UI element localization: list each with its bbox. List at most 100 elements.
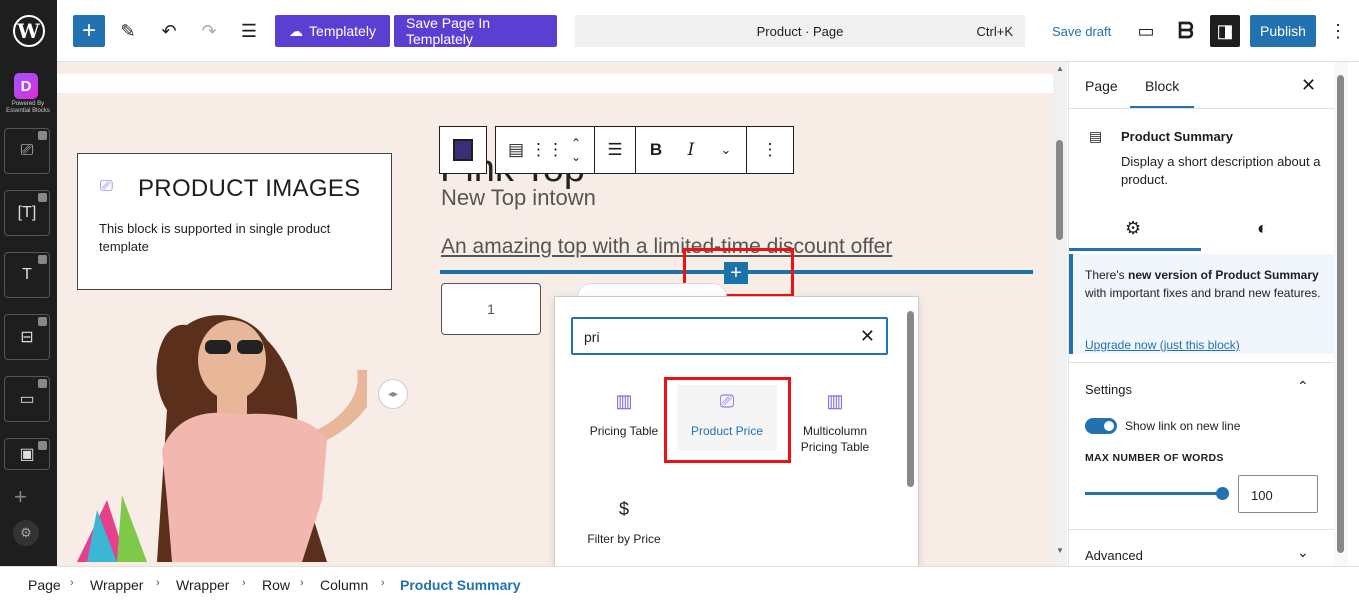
upgrade-link[interactable]: Upgrade now (just this block) <box>1085 338 1240 352</box>
options-menu-icon[interactable]: ⋮ <box>1328 15 1348 47</box>
eb-block-price-icon[interactable]: ⊟ <box>4 314 50 360</box>
eb-block-text-icon[interactable]: T <box>4 252 50 298</box>
quantity-input[interactable]: 1 <box>441 283 541 335</box>
add-to-cart-button-partial[interactable] <box>577 283 727 297</box>
column-block-icon <box>453 139 473 161</box>
breadcrumb-item[interactable]: Column <box>320 577 368 593</box>
settings-heading[interactable]: Settings <box>1085 382 1132 397</box>
document-title: Product · Page <box>756 24 844 39</box>
product-summary-text[interactable]: An amazing top with a limited-time disco… <box>441 235 892 259</box>
max-words-slider-track[interactable] <box>1085 492 1223 495</box>
block-inserter-button[interactable]: + <box>73 15 105 47</box>
breadcrumb-chevron-icon: › <box>381 577 385 589</box>
wordpress-icon: W <box>12 15 45 47</box>
max-words-label: MAX NUMBER OF WORDS <box>1085 452 1224 464</box>
move-up-down-icon[interactable]: ⌃ ⌄ <box>558 127 594 173</box>
toggle-label: Show link on new line <box>1125 419 1241 433</box>
eb-settings-gear-icon[interactable]: ⚙ <box>13 520 39 546</box>
canvas-scrollbar[interactable]: ▲ ▼ <box>1053 62 1067 566</box>
max-words-value: 100 <box>1251 488 1273 503</box>
show-link-toggle[interactable] <box>1085 418 1117 434</box>
block-breadcrumb: Page › Wrapper › Wrapper › Row › Column … <box>0 566 1359 602</box>
align-icon[interactable]: ☰ <box>595 127 635 173</box>
wordpress-logo-button[interactable]: W <box>0 0 57 62</box>
product-subtitle[interactable]: New Top intown <box>441 185 596 211</box>
powered-by-caption: Powered By Essential Blocks <box>6 101 50 114</box>
close-sidebar-icon[interactable]: ✕ <box>1301 75 1316 96</box>
breadcrumb-item[interactable]: Wrapper <box>176 577 229 593</box>
styles-contrast-icon[interactable]: ◐ <box>1257 218 1268 239</box>
block-option-pricing-table[interactable]: ▥ Pricing Table <box>574 391 674 439</box>
block-options-icon[interactable]: ⋮ <box>747 127 793 173</box>
block-title: Product Summary <box>1121 129 1233 144</box>
sidebar-scrollbar[interactable] <box>1334 62 1348 566</box>
breadcrumb-item[interactable]: Wrapper <box>90 577 143 593</box>
product-model-image <box>77 315 367 562</box>
block-toolbar: ▤ ⋮⋮ ⌃ ⌄ ☰ B I ⌄ ⋮ <box>439 126 794 174</box>
multicolumn-pricing-icon: ▥ <box>826 391 844 411</box>
command-palette-bar[interactable]: Product · Page Ctrl+K <box>575 15 1025 47</box>
add-block-plus-icon[interactable]: + <box>14 484 27 510</box>
templately-button[interactable]: ☁ Templately <box>275 15 390 47</box>
undo-icon[interactable]: ↶ <box>157 15 181 47</box>
clear-search-icon[interactable]: ✕ <box>860 326 875 347</box>
desktop-preview-icon[interactable]: ▭ <box>1134 15 1158 47</box>
settings-sidebar-toggle-icon[interactable]: ◨ <box>1210 15 1240 47</box>
canvas-top-strip <box>57 62 1053 74</box>
drag-handle-icon[interactable]: ⋮⋮ <box>530 127 564 173</box>
inserter-scrollbar[interactable] <box>903 301 917 561</box>
block-controls: ▤ ⋮⋮ ⌃ ⌄ ☰ B I ⌄ ⋮ <box>495 126 794 174</box>
product-images-title: PRODUCT IMAGES <box>138 175 361 202</box>
product-summary-icon: ▤ <box>1089 128 1103 144</box>
redo-icon[interactable]: ↷ <box>197 15 221 47</box>
essential-blocks-logo: D <box>14 73 38 99</box>
parent-selector[interactable] <box>439 126 487 174</box>
italic-icon[interactable]: I <box>676 127 706 173</box>
pricing-table-icon: ▥ <box>615 391 633 411</box>
block-search-input[interactable]: pri ✕ <box>571 317 888 355</box>
settings-sidebar: Page Block ✕ ▤ Product Summary Display a… <box>1068 62 1335 566</box>
eb-block-title-icon[interactable]: [T] <box>4 190 50 236</box>
chevron-down-icon[interactable]: ⌄ <box>1297 544 1309 561</box>
tab-page[interactable]: Page <box>1085 78 1118 94</box>
settings-gear-icon[interactable]: ⚙ <box>1125 218 1141 239</box>
resize-handle-icon[interactable]: ◂▸ <box>378 379 408 409</box>
product-images-icon: ⎚ <box>100 178 113 195</box>
templately-label: Templately <box>309 23 376 39</box>
search-value: pri <box>584 329 600 345</box>
eb-block-gallery-icon[interactable]: ▣ <box>4 438 50 470</box>
max-words-input[interactable]: 100 <box>1238 475 1318 513</box>
block-label: Filter by Price <box>587 532 661 546</box>
publish-button[interactable]: Publish <box>1250 15 1316 47</box>
save-in-templately-button[interactable]: Save Page In Templately <box>394 15 557 47</box>
eb-block-button-icon[interactable]: ▭ <box>4 376 50 422</box>
pencil-tools-icon[interactable]: ✎ <box>116 15 140 47</box>
block-label: Multicolumn Pricing Table <box>800 424 870 454</box>
document-overview-icon[interactable]: ☰ <box>237 15 261 47</box>
templately-cloud-icon: ☁ <box>289 22 304 39</box>
shortcut-hint: Ctrl+K <box>976 24 1013 39</box>
tab-block[interactable]: Block <box>1145 78 1179 94</box>
product-images-block[interactable]: ⎚ PRODUCT IMAGES This block is supported… <box>77 153 392 290</box>
breadcrumb-chevron-icon: › <box>242 577 246 589</box>
block-option-multicolumn-pricing[interactable]: ▥ Multicolumn Pricing Table <box>785 391 885 455</box>
bold-icon[interactable]: B <box>636 127 676 173</box>
eb-block-product-images-icon[interactable]: ⎚ <box>4 128 50 174</box>
save-draft-button[interactable]: Save draft <box>1052 24 1111 39</box>
upgrade-notice: There's new version of Product Summary w… <box>1069 254 1335 354</box>
product-images-text: This block is supported in single produc… <box>99 221 331 254</box>
save-in-templately-label: Save Page In Templately <box>406 15 491 47</box>
more-formats-chevron-down-icon[interactable]: ⌄ <box>706 127 746 173</box>
breadcrumb-item[interactable]: Page <box>28 577 61 593</box>
chevron-up-icon[interactable]: ⌃ <box>1297 378 1309 395</box>
essential-blocks-icon[interactable]: ᗷ <box>1173 15 1199 47</box>
breadcrumb-chevron-icon: › <box>156 577 160 589</box>
essential-blocks-sidebar: D Powered By Essential Blocks ⎚ [T] T ⊟ … <box>0 62 57 566</box>
breadcrumb-item[interactable]: Row <box>262 577 290 593</box>
block-description: Display a short description about a prod… <box>1121 154 1321 187</box>
advanced-heading[interactable]: Advanced <box>1085 548 1143 563</box>
breadcrumb-current: Product Summary <box>400 577 521 593</box>
editor-top-bar: W + ✎ ↶ ↷ ☰ ☁ Templately Save Page In Tem… <box>0 0 1359 62</box>
max-words-slider-handle[interactable] <box>1216 487 1229 500</box>
block-option-filter-by-price[interactable]: $ Filter by Price <box>574 500 674 547</box>
